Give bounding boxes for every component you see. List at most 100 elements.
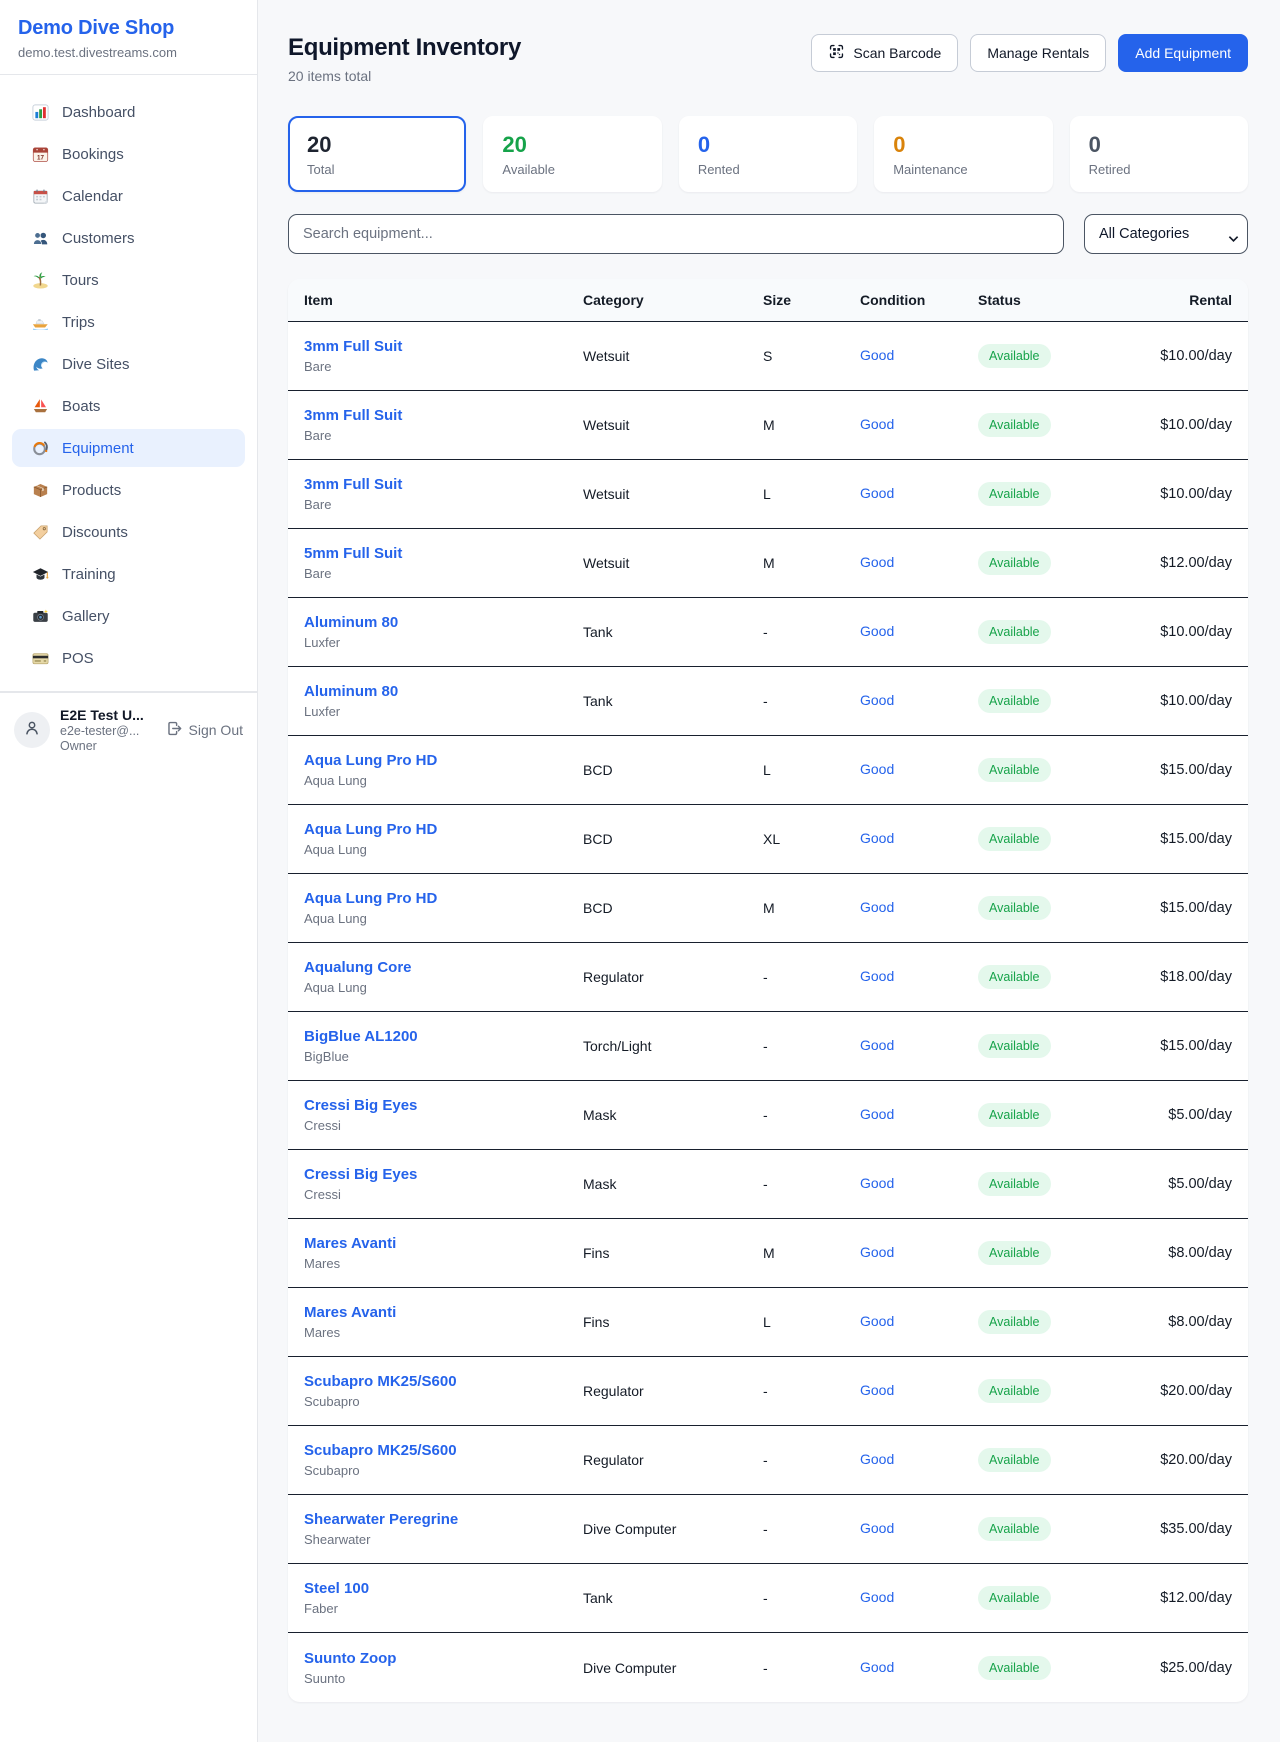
item-name-link[interactable]: Shearwater Peregrine [304,1511,583,1528]
brand-name[interactable]: Demo Dive Shop [18,17,239,40]
item-category: Regulator [583,1383,763,1399]
condition-cell: Good [860,1520,978,1538]
item-name-link[interactable]: Mares Avanti [304,1235,583,1252]
sidebar-item-training[interactable]: Training [12,555,245,593]
item-name-link[interactable]: 3mm Full Suit [304,476,583,493]
stat-card-available[interactable]: 20Available [483,116,661,192]
sidebar-item-calendar[interactable]: Calendar [12,177,245,215]
condition-link[interactable]: Good [860,830,894,846]
sidebar-item-dashboard[interactable]: Dashboard [12,93,245,131]
item-category: Fins [583,1245,763,1261]
item-size: - [763,1521,860,1537]
status-badge: Available [978,1103,1051,1127]
sidebar-item-bookings[interactable]: 17Bookings [12,135,245,173]
item-name-link[interactable]: Cressi Big Eyes [304,1097,583,1114]
item-name-link[interactable]: Steel 100 [304,1580,583,1597]
status-badge: Available [978,1172,1051,1196]
item-size: S [763,348,860,364]
status-badge: Available [978,1517,1051,1541]
item-name-link[interactable]: Aqua Lung Pro HD [304,821,583,838]
stat-card-total[interactable]: 20Total [288,116,466,192]
status-cell: Available [978,1172,1138,1196]
rental-price: $35.00/day [1138,1521,1232,1537]
category-select[interactable]: All Categories [1084,214,1248,254]
search-input[interactable] [288,214,1064,254]
sign-out-button[interactable]: Sign Out [166,720,243,740]
item-name-link[interactable]: 3mm Full Suit [304,407,583,424]
table-row: Suunto ZoopSuuntoDive Computer-GoodAvail… [288,1633,1248,1702]
item-name-link[interactable]: Suunto Zoop [304,1650,583,1667]
table-row: 3mm Full SuitBareWetsuitLGoodAvailable$1… [288,460,1248,529]
condition-link[interactable]: Good [860,1037,894,1053]
filter-bar: All Categories [288,214,1248,254]
condition-link[interactable]: Good [860,1520,894,1536]
sidebar-item-dive-sites[interactable]: Dive Sites [12,345,245,383]
sidebar-item-pos[interactable]: POS [12,639,245,677]
condition-link[interactable]: Good [860,1244,894,1260]
condition-link[interactable]: Good [860,1451,894,1467]
condition-link[interactable]: Good [860,485,894,501]
stat-value: 20 [307,132,447,158]
training-icon [30,564,50,584]
item-cell: Scubapro MK25/S600Scubapro [304,1373,583,1409]
sidebar-item-label: Bookings [62,146,124,163]
condition-link[interactable]: Good [860,1106,894,1122]
item-name-link[interactable]: Aqua Lung Pro HD [304,752,583,769]
item-name-link[interactable]: Aluminum 80 [304,614,583,631]
item-category: Dive Computer [583,1521,763,1537]
status-badge: Available [978,896,1051,920]
condition-link[interactable]: Good [860,554,894,570]
sidebar-item-equipment[interactable]: Equipment [12,429,245,467]
condition-link[interactable]: Good [860,968,894,984]
condition-link[interactable]: Good [860,1382,894,1398]
condition-link[interactable]: Good [860,1313,894,1329]
sidebar-item-trips[interactable]: Trips [12,303,245,341]
stat-card-retired[interactable]: 0Retired [1070,116,1248,192]
condition-link[interactable]: Good [860,416,894,432]
sidebar-item-discounts[interactable]: Discounts [12,513,245,551]
stat-card-maintenance[interactable]: 0Maintenance [874,116,1052,192]
sidebar-item-products[interactable]: Products [12,471,245,509]
stat-card-rented[interactable]: 0Rented [679,116,857,192]
sidebar-item-label: Products [62,482,121,499]
sidebar-item-tours[interactable]: Tours [12,261,245,299]
sidebar-item-boats[interactable]: Boats [12,387,245,425]
sidebar-item-gallery[interactable]: Gallery [12,597,245,635]
condition-link[interactable]: Good [860,692,894,708]
item-brand: Aqua Lung [304,980,583,995]
item-cell: Shearwater PeregrineShearwater [304,1511,583,1547]
item-cell: Aqua Lung Pro HDAqua Lung [304,821,583,857]
item-size: L [763,1314,860,1330]
stat-label: Maintenance [893,162,1033,177]
table-row: Shearwater PeregrineShearwaterDive Compu… [288,1495,1248,1564]
person-icon [22,718,42,743]
item-name-link[interactable]: Scubapro MK25/S600 [304,1373,583,1390]
condition-link[interactable]: Good [860,347,894,363]
condition-link[interactable]: Good [860,1659,894,1675]
item-name-link[interactable]: 5mm Full Suit [304,545,583,562]
condition-cell: Good [860,623,978,641]
scan-barcode-button[interactable]: Scan Barcode [811,34,958,72]
stat-value: 0 [1089,132,1229,158]
status-cell: Available [978,965,1138,989]
item-name-link[interactable]: Scubapro MK25/S600 [304,1442,583,1459]
manage-rentals-button[interactable]: Manage Rentals [970,34,1106,72]
condition-cell: Good [860,1382,978,1400]
condition-link[interactable]: Good [860,761,894,777]
condition-link[interactable]: Good [860,1175,894,1191]
item-name-link[interactable]: Aluminum 80 [304,683,583,700]
item-name-link[interactable]: Cressi Big Eyes [304,1166,583,1183]
condition-link[interactable]: Good [860,1589,894,1605]
item-name-link[interactable]: Aqua Lung Pro HD [304,890,583,907]
status-cell: Available [978,1517,1138,1541]
item-name-link[interactable]: Aqualung Core [304,959,583,976]
item-name-link[interactable]: Mares Avanti [304,1304,583,1321]
condition-link[interactable]: Good [860,899,894,915]
add-equipment-button[interactable]: Add Equipment [1118,34,1248,72]
sidebar-item-customers[interactable]: Customers [12,219,245,257]
status-badge: Available [978,1241,1051,1265]
item-name-link[interactable]: 3mm Full Suit [304,338,583,355]
condition-link[interactable]: Good [860,623,894,639]
avatar [14,712,50,748]
item-name-link[interactable]: BigBlue AL1200 [304,1028,583,1045]
